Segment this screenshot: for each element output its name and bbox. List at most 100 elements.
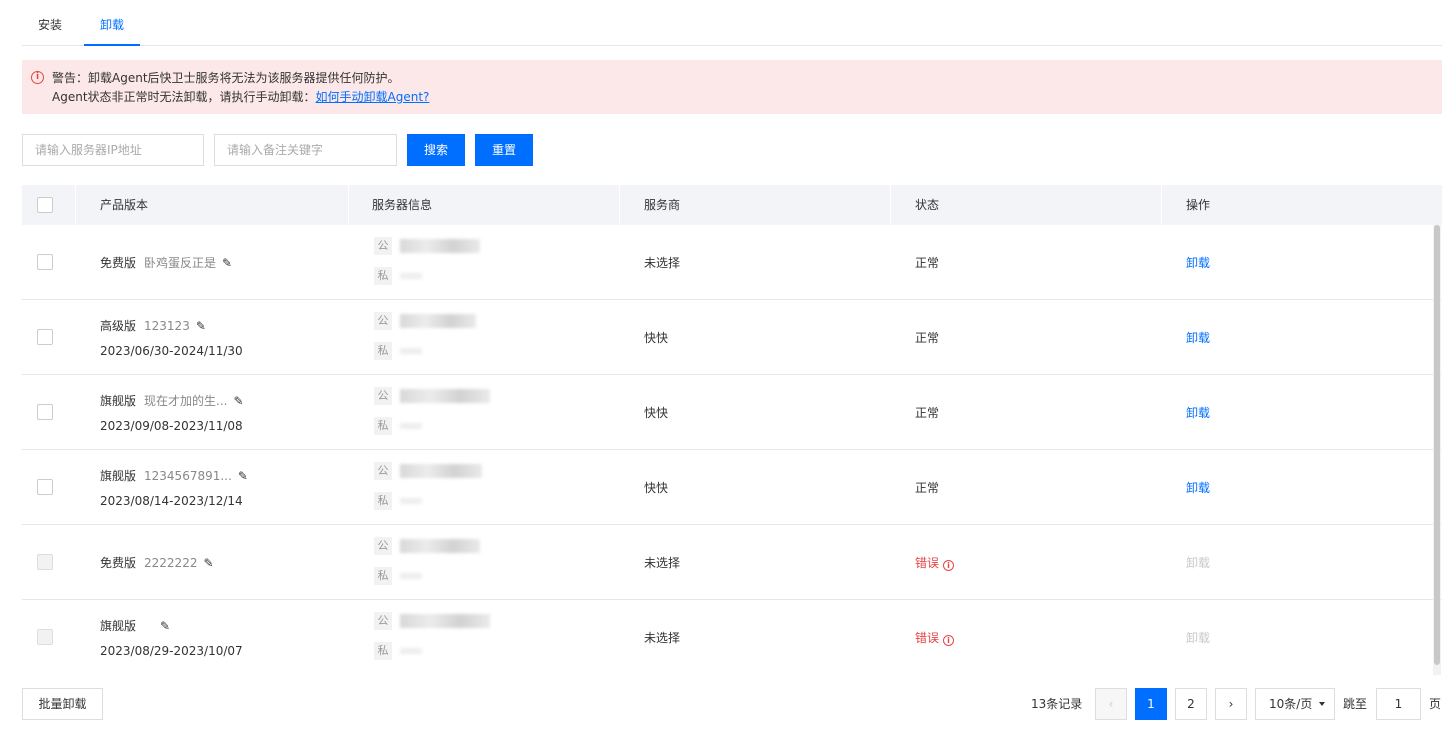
error-info-icon[interactable]: i xyxy=(943,560,955,571)
status-text: 错误 xyxy=(915,556,940,570)
edit-pencil-icon[interactable]: ✎ xyxy=(203,556,213,570)
table-row: 免费版 卧鸡蛋反正是 ✎ 公 私 未选择 正常 卸载 xyxy=(22,225,1442,300)
status-cell: 正常 xyxy=(915,331,940,345)
page-1-button[interactable]: 1 xyxy=(1135,688,1167,720)
error-info-icon[interactable]: i xyxy=(943,635,955,646)
note-search-input[interactable] xyxy=(215,135,396,165)
note-search-field xyxy=(214,134,397,166)
note-text: 卧鸡蛋反正是 xyxy=(144,256,217,270)
column-divider xyxy=(619,185,620,225)
masked-ip xyxy=(400,422,422,429)
masked-ip xyxy=(400,272,422,279)
uninstall-link: 卸载 xyxy=(1186,556,1211,570)
warning-alert: i 警告：卸载Agent后快卫士服务将无法为该服务器提供任何防护。 Agent状… xyxy=(22,60,1442,114)
row-checkbox[interactable] xyxy=(37,329,53,345)
table-row: 高级版 123123 ✎ 2023/06/30-2024/11/30 公 私 快快 … xyxy=(22,300,1442,375)
status-cell: 正常 xyxy=(915,481,940,495)
validity-date: 2023/08/14-2023/12/14 xyxy=(100,494,243,508)
public-ip: 公 xyxy=(374,237,480,255)
edition-name: 免费版 xyxy=(100,556,137,570)
column-divider xyxy=(890,185,891,225)
private-ip: 私 xyxy=(374,567,422,585)
public-ip: 公 xyxy=(374,612,490,630)
private-ip-tag: 私 xyxy=(374,567,392,585)
masked-ip xyxy=(400,647,422,654)
edit-pencil-icon[interactable]: ✎ xyxy=(196,319,206,333)
alert-line-2-text: Agent状态非正常时无法卸载，请执行手动卸载： xyxy=(52,90,316,104)
edition-cell: 免费版 2222222 ✎ xyxy=(100,554,214,571)
public-ip: 公 xyxy=(374,537,480,555)
uninstall-link: 卸载 xyxy=(1186,631,1211,645)
validity-date: 2023/09/08-2023/11/08 xyxy=(100,419,243,433)
edition-cell: 旗舰版 现在才加的生... ✎ 2023/09/08-2023/11/08 xyxy=(100,392,244,433)
edition-name: 旗舰版 xyxy=(100,469,137,483)
table-row: 免费版 2222222 ✎ 公 私 未选择 错误 i 卸载 xyxy=(22,525,1442,600)
uninstall-link[interactable]: 卸载 xyxy=(1186,479,1210,496)
tab-uninstall[interactable]: 卸载 xyxy=(84,0,141,46)
reset-button[interactable]: 重置 xyxy=(475,134,533,166)
uninstall-link[interactable]: 卸载 xyxy=(1186,254,1210,271)
public-ip-tag: 公 xyxy=(374,237,392,255)
server-table: 产品版本 服务器信息 服务商 状态 操作 免费版 卧鸡蛋反正是 ✎ 公 私 未选择 … xyxy=(22,185,1442,675)
masked-ip xyxy=(400,538,480,553)
page-size-select[interactable]: 10条/页 xyxy=(1255,688,1335,720)
select-all-checkbox[interactable] xyxy=(37,197,53,213)
public-ip-tag: 公 xyxy=(374,312,392,330)
provider-cell: 未选择 xyxy=(644,631,681,645)
row-checkbox[interactable] xyxy=(37,479,53,495)
public-ip: 公 xyxy=(374,462,482,480)
ip-search-input[interactable] xyxy=(23,135,203,165)
edit-pencil-icon[interactable]: ✎ xyxy=(233,394,243,408)
caret-down-icon xyxy=(1319,702,1325,706)
tab-bar: 安装 卸载 xyxy=(22,0,1442,46)
column-divider xyxy=(348,185,349,225)
column-header-server-info: 服务器信息 xyxy=(372,198,433,212)
masked-ip xyxy=(400,497,422,504)
search-button[interactable]: 搜索 xyxy=(407,134,465,166)
provider-cell: 未选择 xyxy=(644,556,681,570)
table-row: 旗舰版 现在才加的生... ✎ 2023/09/08-2023/11/08 公 私 … xyxy=(22,375,1442,450)
alert-line-1: 警告：卸载Agent后快卫士服务将无法为该服务器提供任何防护。 xyxy=(52,71,400,85)
next-page-button[interactable]: › xyxy=(1215,688,1247,720)
edit-pencil-icon[interactable]: ✎ xyxy=(222,256,232,270)
public-ip-tag: 公 xyxy=(374,462,392,480)
edit-pencil-icon[interactable]: ✎ xyxy=(160,619,170,633)
uninstall-link[interactable]: 卸载 xyxy=(1186,404,1210,421)
status-cell: 错误 i xyxy=(915,629,955,646)
private-ip-tag: 私 xyxy=(374,267,392,285)
manual-uninstall-link[interactable]: 如何手动卸载Agent? xyxy=(316,90,430,104)
column-header-status: 状态 xyxy=(915,198,940,212)
row-checkbox xyxy=(37,629,53,645)
note-text: 123123 xyxy=(144,319,190,333)
info-circle-icon: i xyxy=(31,71,44,84)
edition-cell: 旗舰版 ✎ 2023/08/29-2023/10/07 xyxy=(100,617,243,658)
private-ip: 私 xyxy=(374,267,422,285)
row-checkbox[interactable] xyxy=(37,404,53,420)
batch-uninstall-button[interactable]: 批量卸载 xyxy=(22,688,103,720)
page-size-value: 10条/页 xyxy=(1269,697,1313,711)
jump-page-input[interactable]: 1 xyxy=(1376,688,1421,720)
private-ip-tag: 私 xyxy=(374,492,392,510)
provider-cell: 快快 xyxy=(644,481,669,495)
private-ip-tag: 私 xyxy=(374,642,392,660)
status-cell: 正常 xyxy=(915,256,940,270)
masked-ip xyxy=(400,238,480,253)
provider-cell: 快快 xyxy=(644,406,669,420)
edition-name: 旗舰版 xyxy=(100,619,137,633)
table-scrollbar-thumb[interactable] xyxy=(1434,225,1440,665)
tab-install[interactable]: 安装 xyxy=(22,0,78,46)
edit-pencil-icon[interactable]: ✎ xyxy=(238,469,248,483)
private-ip: 私 xyxy=(374,642,422,660)
edition-cell: 高级版 123123 ✎ 2023/06/30-2024/11/30 xyxy=(100,317,243,358)
provider-cell: 快快 xyxy=(644,331,669,345)
masked-ip xyxy=(400,388,490,403)
column-header-provider: 服务商 xyxy=(644,198,681,212)
row-checkbox[interactable] xyxy=(37,254,53,270)
public-ip: 公 xyxy=(374,312,476,330)
prev-page-button[interactable]: ‹ xyxy=(1095,688,1127,720)
page-2-button[interactable]: 2 xyxy=(1175,688,1207,720)
public-ip-tag: 公 xyxy=(374,537,392,555)
private-ip: 私 xyxy=(374,492,422,510)
private-ip-tag: 私 xyxy=(374,417,392,435)
uninstall-link[interactable]: 卸载 xyxy=(1186,329,1210,346)
